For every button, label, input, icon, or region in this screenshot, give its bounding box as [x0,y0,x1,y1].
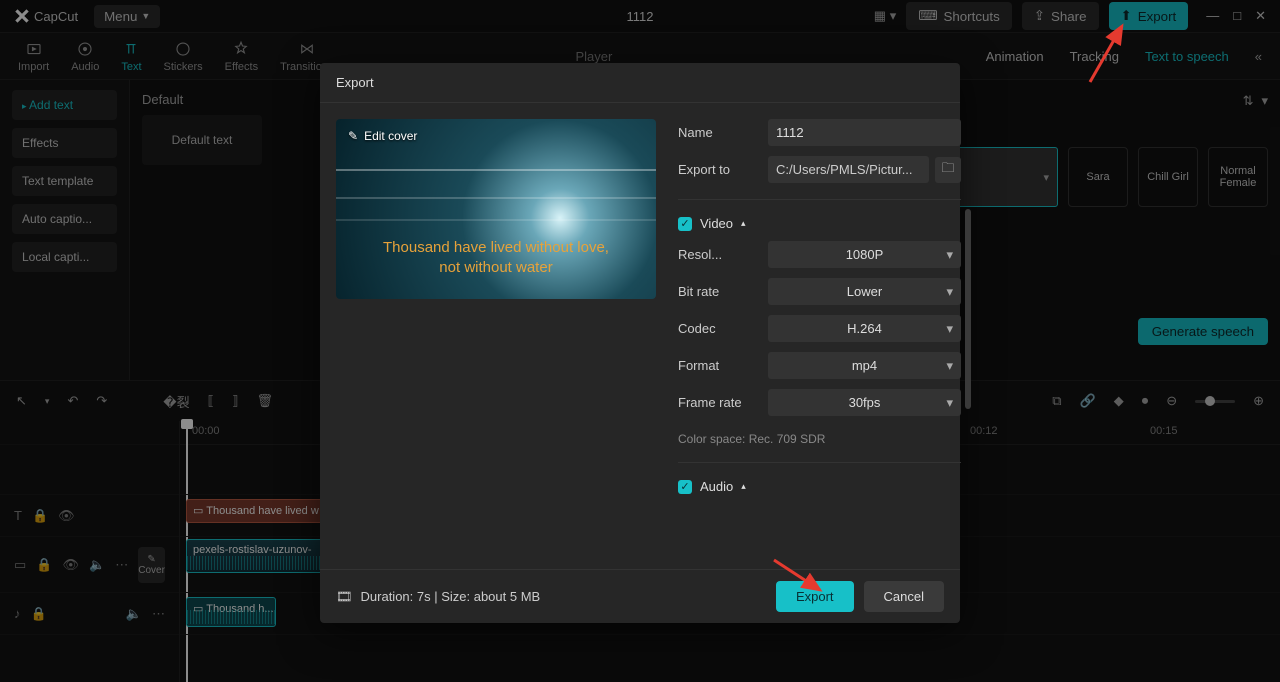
film-icon: 🎞 [336,589,353,605]
bitrate-select[interactable]: Lower [768,278,961,305]
colorspace-hint: Color space: Rec. 709 SDR [678,432,961,446]
export-modal: Export ✎ Edit cover Thousand have lived … [320,63,960,623]
video-section[interactable]: Video ▴ [678,216,961,231]
modal-export-button[interactable]: Export [776,581,854,612]
scrollbar[interactable] [965,209,971,409]
codec-select[interactable]: H.264 [768,315,961,342]
cover-image: ✎ Edit cover Thousand have lived without… [336,119,656,299]
audio-section[interactable]: Audio ▴ [678,479,961,494]
export-to-label: Export to [678,162,758,177]
framerate-select[interactable]: 30fps [768,389,961,416]
resolution-label: Resol... [678,247,758,262]
framerate-label: Frame rate [678,395,758,410]
browse-folder-button[interactable]: 🗀 [935,157,961,183]
name-input[interactable] [768,119,961,146]
video-checkbox[interactable] [678,217,692,231]
modal-cancel-button[interactable]: Cancel [864,581,944,612]
edit-cover-button[interactable]: ✎ Edit cover [348,129,417,143]
resolution-select[interactable]: 1080P [768,241,961,268]
caret-up-icon: ▴ [741,218,746,229]
export-form: Name Export to C:/Users/PMLS/Pictur... 🗀… [678,119,961,553]
bitrate-label: Bit rate [678,284,758,299]
cover-preview: ✎ Edit cover Thousand have lived without… [336,119,656,553]
cover-caption: Thousand have lived without love, not wi… [336,238,656,277]
pencil-icon: ✎ [348,129,358,143]
export-path: C:/Users/PMLS/Pictur... [768,156,929,183]
caret-up-icon: ▴ [741,481,746,492]
name-label: Name [678,125,758,140]
format-label: Format [678,358,758,373]
duration-text: Duration: 7s | Size: about 5 MB [361,589,541,604]
codec-label: Codec [678,321,758,336]
modal-title: Export [320,63,960,103]
folder-icon: 🗀 [941,159,954,181]
modal-footer: 🎞 Duration: 7s | Size: about 5 MB Export… [320,569,960,623]
format-select[interactable]: mp4 [768,352,961,379]
audio-checkbox[interactable] [678,480,692,494]
